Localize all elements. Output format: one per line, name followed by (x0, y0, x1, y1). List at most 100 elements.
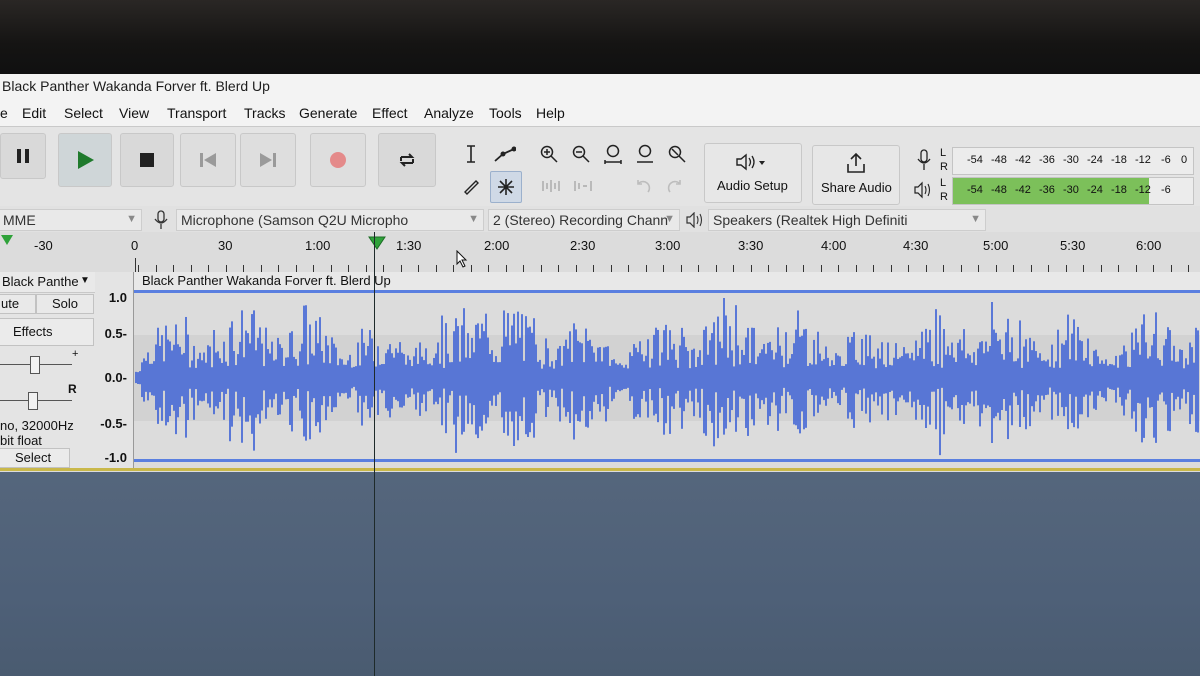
track-name-menu[interactable]: Black Panthe ▼ (0, 272, 95, 293)
rec-scale-0: 0 (1181, 154, 1188, 166)
ruler-tick (663, 265, 664, 272)
ruler-tick (996, 265, 997, 272)
record-meter-R: R (940, 161, 948, 173)
ruler-tick (733, 265, 734, 272)
stop-icon (140, 153, 154, 167)
undo-button[interactable] (630, 173, 656, 199)
select-tool[interactable] (458, 141, 484, 167)
menu-view[interactable]: View (119, 105, 149, 121)
fit-selection-button[interactable] (600, 141, 626, 167)
ruler-tick (226, 265, 227, 272)
audio-host-value: MME (3, 212, 36, 228)
menu-edit[interactable]: Edit (22, 105, 46, 121)
ruler-tick (786, 265, 787, 272)
gain-slider-thumb[interactable] (30, 356, 40, 374)
ruler-label: 0 (131, 238, 139, 253)
menu-tools[interactable]: Tools (489, 105, 522, 121)
playback-device-select[interactable]: Speakers (Realtek High Definiti ▼ (708, 209, 986, 231)
draw-tool-icon (464, 180, 479, 195)
record-meter[interactable]: -54 -48 -42 -36 -30 -24 -18 -12 -6 0 (952, 147, 1194, 175)
ruler-tick (891, 265, 892, 272)
menu-transport[interactable]: Transport (167, 105, 226, 121)
fit-project-button[interactable] (632, 141, 658, 167)
multi-tool[interactable] (490, 171, 522, 203)
track-format-bits: bit float (0, 433, 42, 448)
menu-help[interactable]: Help (536, 105, 565, 121)
play-button[interactable] (58, 133, 112, 187)
draw-tool[interactable] (458, 173, 484, 199)
ruler-tick (1101, 265, 1102, 272)
skip-start-button[interactable] (180, 133, 236, 187)
ruler-tick (751, 265, 752, 272)
playback-meter-icon[interactable] (914, 181, 934, 199)
timeline-ruler[interactable]: -30 0 30 1:00 1:30 2:00 2:30 3:00 3:30 4… (0, 232, 1200, 274)
zoom-toggle-button[interactable] (664, 141, 690, 167)
audio-host-select[interactable]: MME ▼ (0, 209, 142, 231)
effects-label: Effects (13, 324, 53, 339)
effects-button[interactable]: Effects (0, 318, 94, 346)
ruler-tick (856, 265, 857, 272)
share-icon (847, 152, 865, 173)
mute-button[interactable]: ute (0, 294, 36, 314)
envelope-tool[interactable] (492, 141, 518, 167)
play-region-start-icon[interactable] (0, 234, 14, 246)
zoom-out-button[interactable] (568, 141, 594, 167)
play-meter-L: L (940, 177, 947, 189)
solo-label: Solo (52, 296, 79, 311)
toolbar: Audio Setup Share Audio L R L R -54 -48 … (0, 126, 1200, 207)
menu-select[interactable]: Select (64, 105, 103, 121)
fit-selection-icon (604, 144, 622, 164)
ruler-tick (1153, 265, 1154, 272)
zoom-in-button[interactable] (536, 141, 562, 167)
loop-button[interactable] (378, 133, 436, 187)
recording-channels-select[interactable]: 2 (Stereo) Recording Chann ▼ (488, 209, 680, 231)
ruler-tick (926, 265, 927, 272)
microphone-icon[interactable] (916, 149, 932, 171)
ruler-label: 1:00 (305, 238, 331, 253)
solo-button[interactable]: Solo (36, 294, 94, 314)
rec-scale-18: -18 (1111, 154, 1127, 166)
pause-button[interactable] (0, 133, 46, 179)
redo-button[interactable] (662, 173, 688, 199)
playhead-icon[interactable] (368, 236, 386, 250)
fit-project-icon (637, 144, 653, 163)
undo-icon (637, 180, 651, 193)
ruler-tick (471, 265, 472, 272)
track-select-button[interactable]: Select (0, 448, 70, 468)
share-audio-label: Share Audio (821, 180, 892, 195)
audio-setup-button[interactable]: Audio Setup (704, 143, 802, 203)
menu-tracks[interactable]: Tracks (244, 105, 285, 121)
empty-track-area[interactable] (0, 472, 1200, 676)
menu-bar: e Edit Select View Transport Tracks Gene… (0, 102, 1200, 126)
ruler-tick (488, 265, 489, 272)
ruler-tick (541, 265, 542, 272)
ruler-label: 4:00 (821, 238, 847, 253)
vertical-ruler: 1.0 0.5- 0.0- -0.5- -1.0 (95, 272, 134, 468)
recording-device-select[interactable]: Microphone (Samson Q2U Micropho ▼ (176, 209, 484, 231)
ruler-tick (296, 265, 297, 272)
chevron-down-icon: ▼ (468, 213, 479, 225)
loop-icon (399, 153, 415, 167)
share-audio-button[interactable]: Share Audio (812, 145, 900, 205)
record-button[interactable] (310, 133, 366, 187)
menu-generate[interactable]: Generate (299, 105, 357, 121)
silence-button[interactable] (570, 173, 596, 199)
record-icon (330, 152, 346, 168)
waveform[interactable] (134, 293, 1200, 463)
pan-slider-thumb[interactable] (28, 392, 38, 410)
skip-end-button[interactable] (240, 133, 296, 187)
trim-button[interactable] (538, 173, 564, 199)
track-bottom-border (0, 468, 1200, 471)
clip-header[interactable]: Black Panther Wakanda Forver ft. Blerd U… (134, 272, 1200, 293)
ruler-tick (208, 265, 209, 272)
stop-button[interactable] (120, 133, 174, 187)
menu-effect[interactable]: Effect (372, 105, 408, 121)
playback-meter[interactable]: -54 -48 -42 -36 -30 -24 -18 -12 -6 (952, 177, 1194, 205)
ruler-tick (576, 265, 577, 272)
ruler-tick (593, 265, 594, 272)
menu-analyze[interactable]: Analyze (424, 105, 474, 121)
scale-label: -0.5- (100, 416, 127, 431)
audio-clip[interactable]: Black Panther Wakanda Forver ft. Blerd U… (134, 272, 1200, 468)
ruler-label: 5:00 (983, 238, 1009, 253)
ruler-label: 3:30 (738, 238, 764, 253)
